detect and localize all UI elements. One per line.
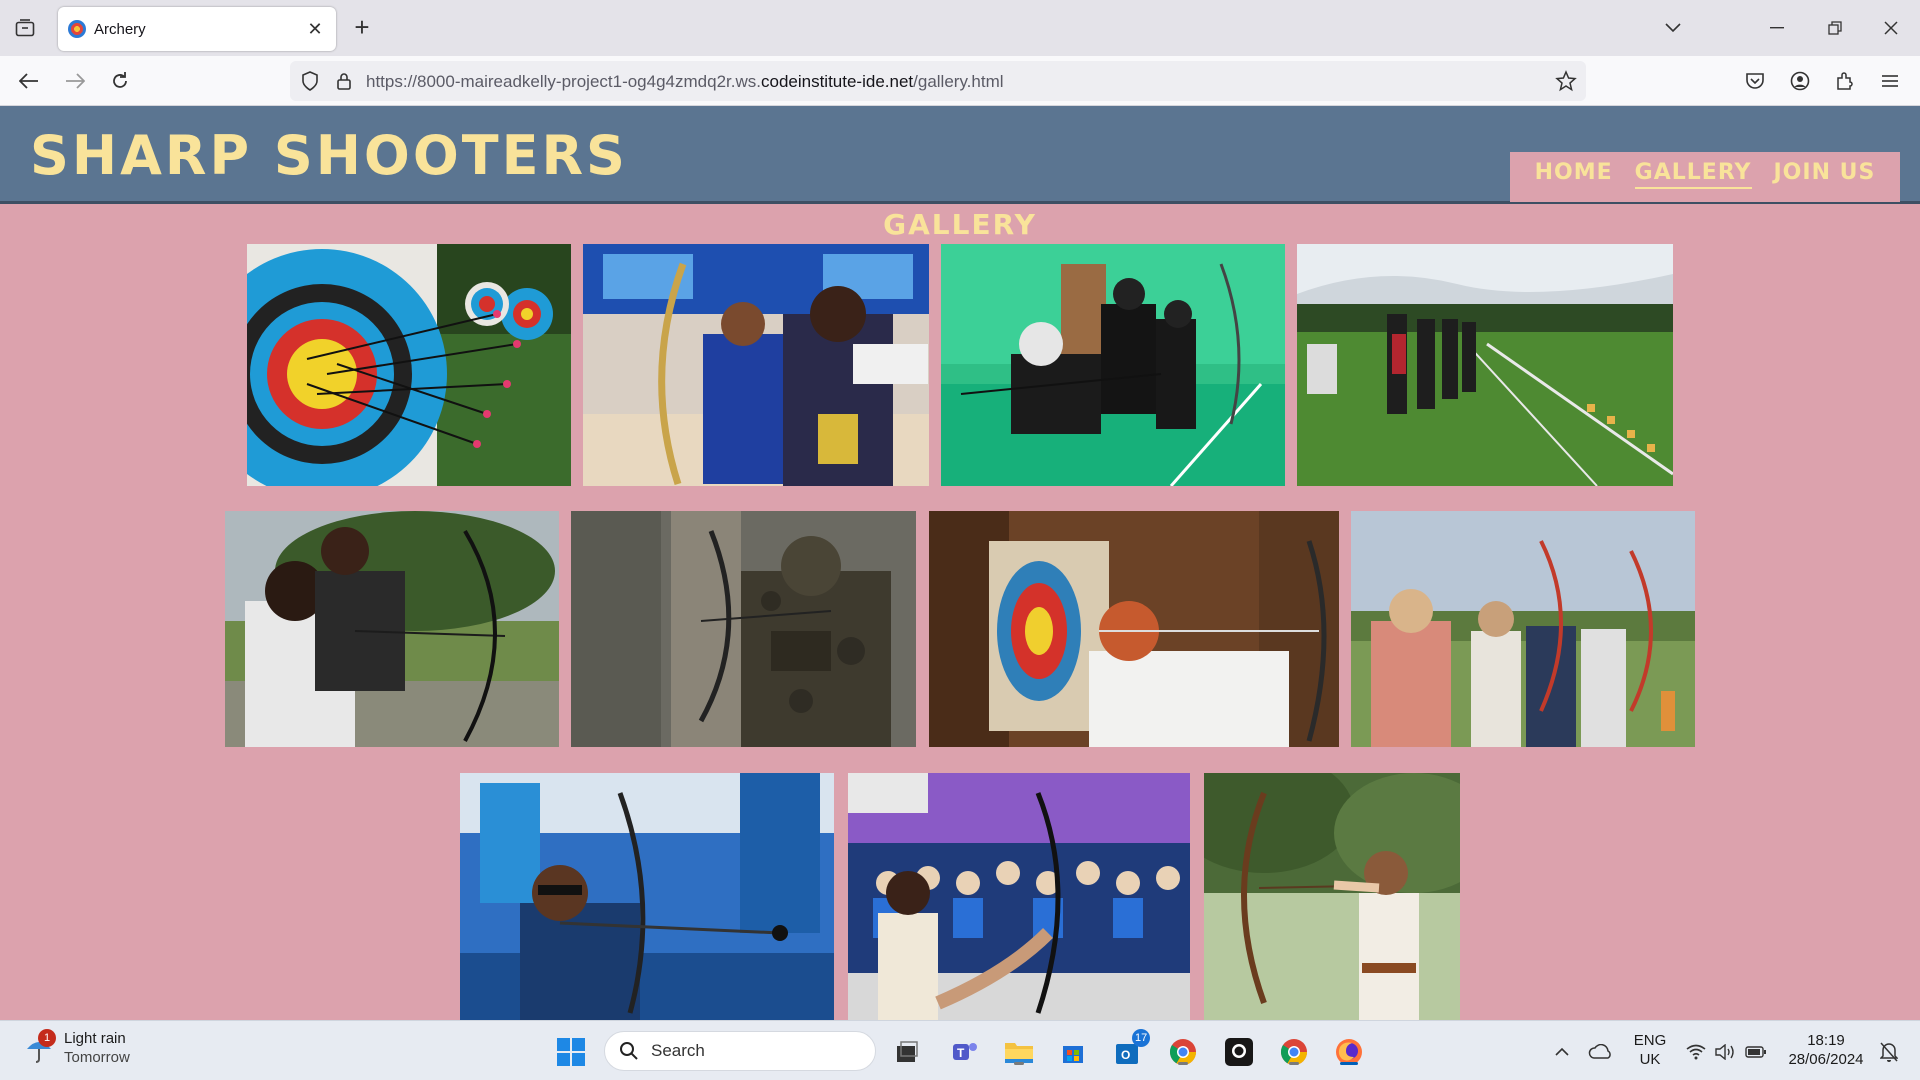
weather-badge: 1 bbox=[38, 1029, 56, 1047]
weather-widget[interactable]: 1 Light rain Tomorrow bbox=[24, 1029, 130, 1067]
show-hidden-icons-chevron-icon[interactable] bbox=[1548, 1035, 1576, 1069]
search-icon bbox=[620, 1042, 638, 1060]
browser-nav-bar: https://8000-maireadkelly-project1-og4g4… bbox=[0, 56, 1920, 106]
reload-icon[interactable] bbox=[103, 64, 137, 98]
site-nav: HOME GALLERY JOIN US bbox=[1510, 152, 1900, 202]
new-tab-button[interactable]: + bbox=[348, 12, 376, 44]
gallery-image-indoor-archers bbox=[941, 244, 1285, 486]
volume-icon[interactable] bbox=[1712, 1035, 1740, 1069]
site-header: SHARP SHOOTERS HOME GALLERY JOIN US bbox=[0, 106, 1920, 204]
gallery-image-field-line bbox=[1297, 244, 1673, 486]
gallery-image-target bbox=[247, 244, 571, 486]
url-host: codeinstitute-ide.net bbox=[760, 72, 914, 91]
teams-icon[interactable]: T bbox=[948, 1035, 982, 1069]
taskbar: 1 Light rain Tomorrow Search T O 17 ENG … bbox=[0, 1020, 1920, 1080]
close-tab-icon[interactable]: ✕ bbox=[304, 19, 326, 40]
language-indicator[interactable]: ENG UK bbox=[1630, 1031, 1670, 1069]
close-window-icon[interactable] bbox=[1868, 10, 1914, 46]
outlook-icon[interactable]: O 17 bbox=[1112, 1029, 1151, 1069]
page-title: GALLERY bbox=[883, 208, 1037, 241]
firefox-icon[interactable] bbox=[1332, 1035, 1366, 1069]
chrome-icon[interactable] bbox=[1166, 1035, 1200, 1069]
weather-text: Light rain Tomorrow bbox=[64, 1029, 130, 1067]
github-icon[interactable] bbox=[1222, 1035, 1256, 1069]
clock-date: 28/06/2024 bbox=[1788, 1051, 1864, 1068]
bookmark-star-icon[interactable] bbox=[1554, 69, 1578, 93]
running-indicator bbox=[1014, 1062, 1024, 1065]
pocket-icon[interactable] bbox=[1738, 64, 1772, 98]
onedrive-icon[interactable] bbox=[1584, 1035, 1618, 1069]
back-icon[interactable] bbox=[12, 64, 46, 98]
gallery-image-children-recurve bbox=[583, 244, 929, 486]
gallery-image-foot-archer bbox=[848, 773, 1190, 1020]
gallery-image-group-outdoors bbox=[1351, 511, 1695, 747]
tab-list-icon[interactable] bbox=[10, 14, 40, 42]
battery-icon[interactable] bbox=[1742, 1035, 1770, 1069]
archery-favicon-icon bbox=[68, 20, 86, 38]
forward-icon[interactable] bbox=[58, 64, 92, 98]
gallery-image-compound-competition bbox=[460, 773, 834, 1020]
url-prefix: https://8000-maireadkelly-project1-og4g4… bbox=[366, 72, 761, 91]
taskbar-search[interactable]: Search bbox=[604, 1031, 876, 1071]
lock-icon[interactable] bbox=[332, 69, 356, 93]
gallery-image-barn-archer bbox=[929, 511, 1339, 747]
menu-icon[interactable] bbox=[1873, 64, 1907, 98]
minimize-icon[interactable] bbox=[1754, 10, 1800, 46]
task-view-icon[interactable] bbox=[890, 1035, 924, 1069]
restore-icon[interactable] bbox=[1812, 10, 1858, 46]
account-icon[interactable] bbox=[1783, 64, 1817, 98]
language-bottom: UK bbox=[1639, 1051, 1661, 1068]
clock-time: 18:19 bbox=[1807, 1032, 1845, 1049]
svg-text:O: O bbox=[1121, 1048, 1130, 1062]
running-indicator bbox=[1178, 1062, 1188, 1065]
extensions-icon[interactable] bbox=[1828, 64, 1862, 98]
search-label: Search bbox=[651, 1041, 705, 1060]
wifi-icon[interactable] bbox=[1682, 1035, 1710, 1069]
running-indicator bbox=[1289, 1062, 1299, 1065]
gallery-image-longbow-woman bbox=[1204, 773, 1460, 1020]
language-top: ENG bbox=[1633, 1032, 1667, 1049]
file-explorer-icon[interactable] bbox=[1002, 1035, 1036, 1069]
url-text[interactable]: https://8000-maireadkelly-project1-og4g4… bbox=[366, 72, 1004, 92]
gallery-image-young-archers bbox=[225, 511, 559, 747]
url-bar[interactable]: https://8000-maireadkelly-project1-og4g4… bbox=[290, 61, 1586, 101]
chrome-profile-icon[interactable] bbox=[1277, 1035, 1311, 1069]
microsoft-store-icon[interactable] bbox=[1056, 1035, 1090, 1069]
outlook-badge: 17 bbox=[1132, 1029, 1151, 1047]
windows-start-icon[interactable] bbox=[554, 1035, 588, 1069]
browser-tab[interactable]: Archery ✕ bbox=[58, 7, 336, 51]
notification-bell-icon[interactable] bbox=[1876, 1035, 1902, 1069]
svg-text:T: T bbox=[957, 1046, 965, 1060]
weather-title: Light rain bbox=[64, 1030, 126, 1047]
shield-icon[interactable] bbox=[298, 69, 322, 93]
url-path: /gallery.html bbox=[913, 72, 1004, 91]
site-logo[interactable]: SHARP SHOOTERS bbox=[30, 124, 628, 187]
list-all-tabs-icon[interactable] bbox=[1650, 10, 1696, 46]
nav-link-join-us[interactable]: JOIN US bbox=[1774, 160, 1876, 185]
umbrella-icon: 1 bbox=[24, 1029, 56, 1063]
clock[interactable]: 18:19 28/06/2024 bbox=[1780, 1031, 1872, 1069]
nav-link-home[interactable]: HOME bbox=[1535, 160, 1613, 185]
tab-title: Archery bbox=[94, 20, 146, 38]
weather-subtitle: Tomorrow bbox=[64, 1049, 130, 1066]
active-indicator bbox=[1340, 1062, 1358, 1065]
nav-link-gallery[interactable]: GALLERY bbox=[1634, 160, 1752, 189]
browser-tab-bar: Archery ✕ + bbox=[0, 0, 1920, 56]
gallery-image-camo-hunter bbox=[571, 511, 916, 747]
